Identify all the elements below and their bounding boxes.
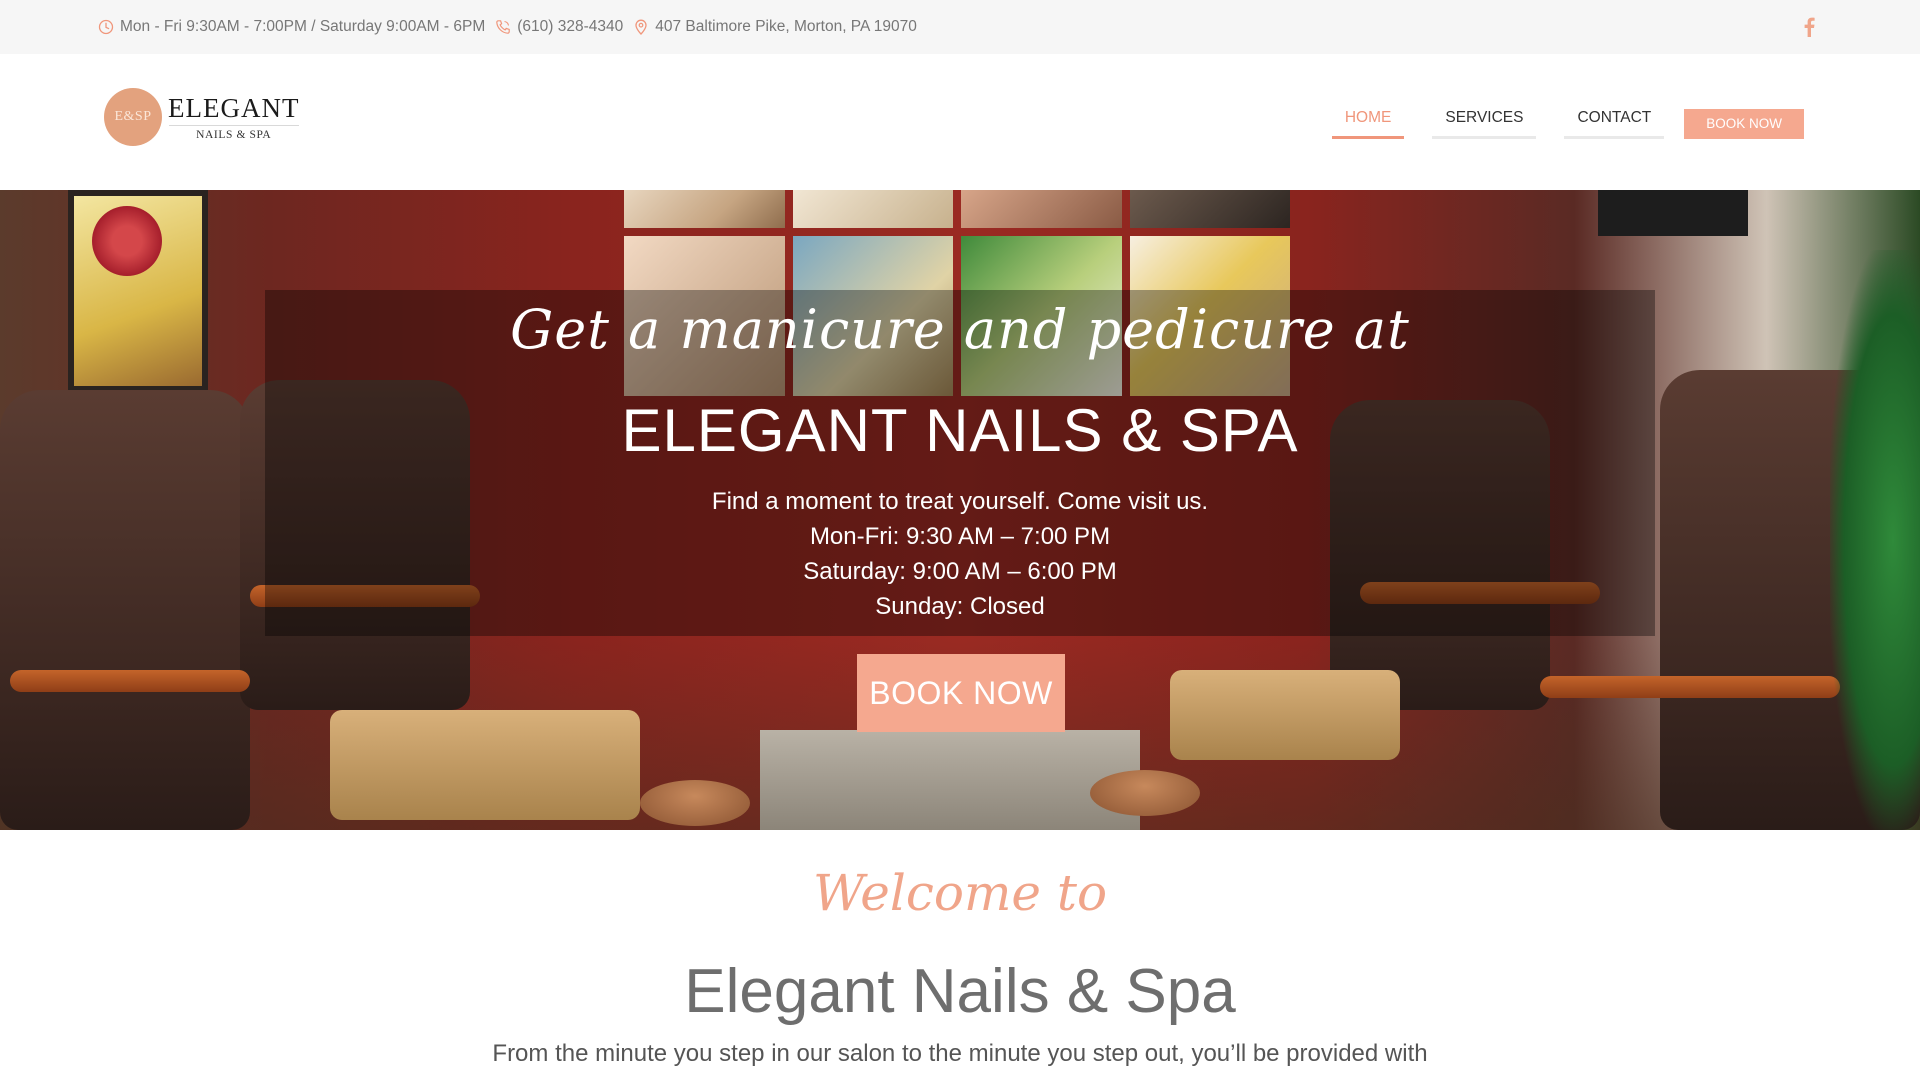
logo-wordmark: ELEGANT NAILS & SPA bbox=[168, 94, 299, 141]
facebook-icon[interactable] bbox=[1802, 16, 1816, 38]
hero-hours: Find a moment to treat yourself. Come vi… bbox=[0, 484, 1920, 624]
wall-tv bbox=[1598, 190, 1748, 236]
welcome-paragraph: From the minute you step in our salon to… bbox=[492, 1040, 1428, 1067]
hero-line: Find a moment to treat yourself. Come vi… bbox=[711, 488, 1209, 515]
welcome-script-heading: Welcome to bbox=[812, 864, 1108, 922]
hero-line: Saturday: 9:00 AM – 6:00 PM bbox=[803, 558, 1117, 585]
nav-contact[interactable]: CONTACT bbox=[1564, 108, 1665, 139]
chair-armrest bbox=[10, 670, 250, 692]
stool bbox=[640, 780, 750, 826]
phone-item[interactable]: (610) 328-4340 bbox=[495, 18, 623, 36]
nav-services[interactable]: SERVICES bbox=[1432, 108, 1537, 139]
site-logo[interactable]: E&SP ELEGANT NAILS & SPA bbox=[104, 88, 299, 146]
hero-book-now-button[interactable]: BOOK NOW bbox=[857, 654, 1065, 732]
logo-name: ELEGANT bbox=[168, 92, 300, 123]
phone-text[interactable]: (610) 328-4340 bbox=[517, 18, 623, 36]
top-info-bar: Mon - Fri 9:30AM - 7:00PM / Saturday 9:0… bbox=[0, 0, 1920, 54]
hero-line: Mon-Fri: 9:30 AM – 7:00 PM bbox=[809, 523, 1111, 550]
nav-home[interactable]: HOME bbox=[1331, 108, 1405, 139]
hero-banner: Get a manicure and pedicure at ELEGANT N… bbox=[0, 190, 1920, 830]
welcome-title: Elegant Nails & Spa bbox=[684, 957, 1236, 1026]
logo-divider bbox=[168, 124, 299, 126]
hero-title: ELEGANT NAILS & SPA bbox=[621, 397, 1299, 464]
site-header: E&SP ELEGANT NAILS & SPA HOME SERVICES C… bbox=[0, 54, 1920, 190]
clock-icon bbox=[98, 19, 114, 35]
pedicure-basin bbox=[330, 710, 640, 820]
contact-info: Mon - Fri 9:30AM - 7:00PM / Saturday 9:0… bbox=[98, 18, 927, 36]
nav-book-now-button[interactable]: BOOK NOW bbox=[1684, 108, 1804, 139]
logo-tagline: NAILS & SPA bbox=[196, 128, 272, 141]
chair-armrest bbox=[1540, 676, 1840, 698]
address-text[interactable]: 407 Baltimore Pike, Morton, PA 19070 bbox=[655, 18, 917, 36]
hours-item: Mon - Fri 9:30AM - 7:00PM / Saturday 9:0… bbox=[98, 18, 485, 36]
hero-script-heading: Get a manicure and pedicure at bbox=[510, 298, 1410, 361]
main-nav: HOME SERVICES CONTACT BOOK NOW bbox=[1304, 108, 1804, 139]
map-pin-icon bbox=[635, 19, 647, 35]
pedicure-basin bbox=[1170, 670, 1400, 760]
phone-icon bbox=[496, 20, 511, 34]
wall-poster bbox=[68, 190, 208, 392]
hero-line: Sunday: Closed bbox=[875, 593, 1045, 620]
logo-badge: E&SP bbox=[104, 88, 162, 146]
tile-floor bbox=[760, 730, 1140, 830]
address-item[interactable]: 407 Baltimore Pike, Morton, PA 19070 bbox=[633, 18, 917, 36]
stool bbox=[1090, 770, 1200, 816]
hours-text: Mon - Fri 9:30AM - 7:00PM / Saturday 9:0… bbox=[120, 18, 486, 35]
